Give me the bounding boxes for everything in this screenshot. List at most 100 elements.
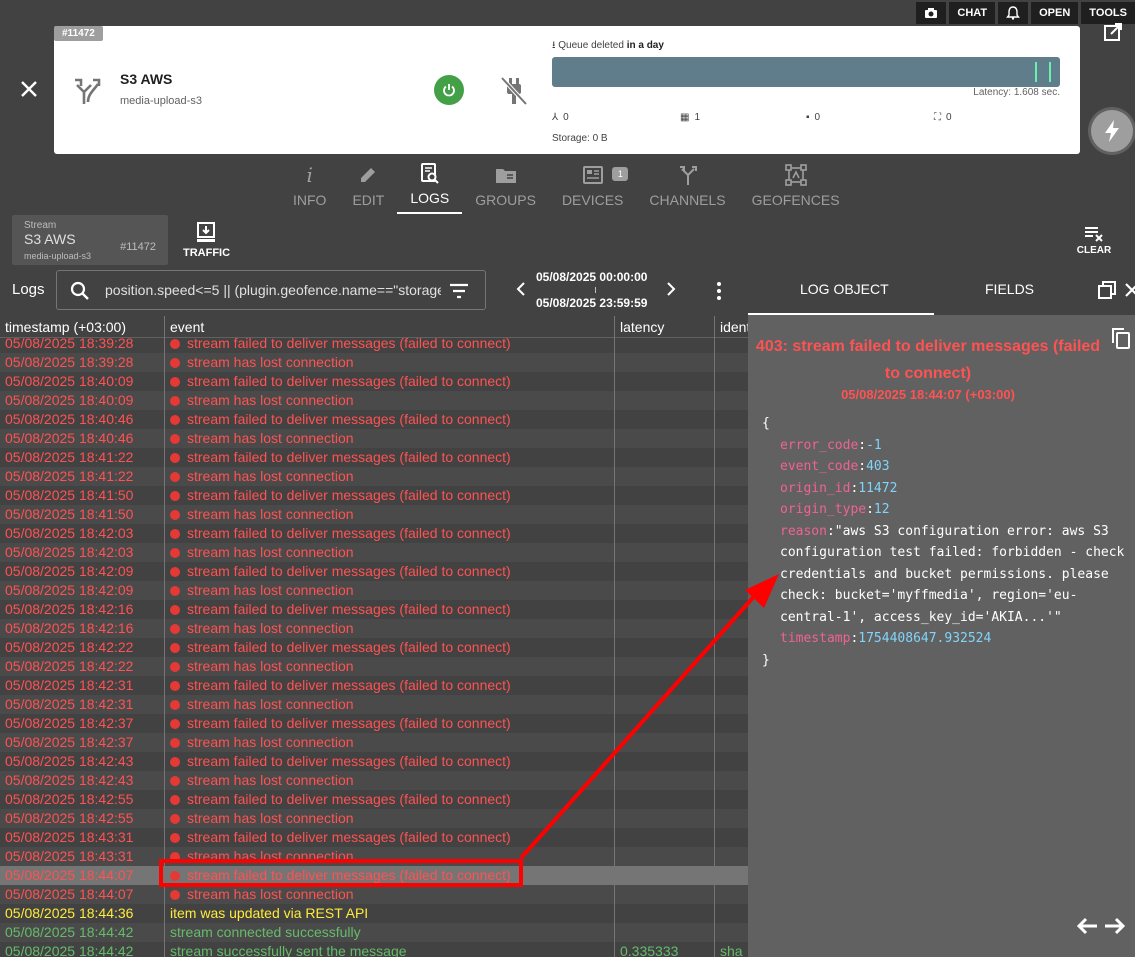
col-ident[interactable]: ident [720, 319, 748, 335]
power-button[interactable] [434, 75, 464, 105]
table-row[interactable]: 05/08/2025 18:44:42 stream connected succ… [0, 923, 748, 942]
table-row[interactable]: 05/08/2025 18:42:22 stream has lost conne… [0, 657, 748, 676]
arrow-right-icon[interactable] [1104, 917, 1126, 935]
table-row[interactable]: 05/08/2025 18:41:50 stream has lost conne… [0, 505, 748, 524]
stat-messages: ⅄ 0 [552, 112, 569, 123]
table-row-selected[interactable]: 05/08/2025 18:44:07 stream failed to deli… [0, 866, 748, 885]
tab-geofences[interactable]: GEOFENCES [739, 163, 853, 214]
event-text: stream has lost connection [187, 620, 354, 636]
table-row[interactable]: 05/08/2025 18:44:07 stream has lost conne… [0, 885, 748, 904]
tools-button[interactable]: TOOLS [1081, 2, 1135, 24]
clear-button[interactable]: CLEAR [1074, 226, 1114, 256]
table-row[interactable]: 05/08/2025 18:42:22 stream failed to deli… [0, 638, 748, 657]
flash-button[interactable] [1091, 110, 1133, 152]
date-to[interactable]: 05/08/2025 23:59:59 [536, 296, 647, 310]
chat-button[interactable]: CHAT [949, 2, 996, 24]
tab-groups[interactable]: GROUPS [462, 163, 549, 214]
more-vert-icon[interactable] [711, 281, 727, 301]
log-filter-search[interactable]: position.speed<=5 || (plugin.geofence.na… [56, 270, 486, 310]
json-field-timestamp: timestamp:1754408647.932524 [762, 628, 1132, 650]
event-text: stream connected successfully [170, 924, 361, 940]
chevron-left-icon[interactable] [514, 281, 528, 297]
table-row[interactable]: 05/08/2025 18:41:50 stream failed to deli… [0, 486, 748, 505]
traffic-button[interactable]: TRAFFIC [183, 222, 230, 259]
col-event[interactable]: event [170, 319, 204, 335]
json-field-origin-id: origin_id:11472 [762, 478, 1132, 500]
json-field-origin-type: origin_type:12 [762, 499, 1132, 521]
cell-timestamp: 05/08/2025 18:42:55 [5, 791, 134, 807]
tab-info[interactable]: i INFO [280, 163, 339, 214]
table-row[interactable]: 05/08/2025 18:42:03 stream failed to deli… [0, 524, 748, 543]
col-latency[interactable]: latency [620, 319, 664, 335]
detach-window-icon[interactable] [1098, 281, 1116, 299]
table-row[interactable]: 05/08/2025 18:40:46 stream has lost conne… [0, 429, 748, 448]
chevron-right-icon[interactable] [664, 281, 678, 297]
cell-timestamp: 05/08/2025 18:42:43 [5, 753, 134, 769]
table-row[interactable]: 05/08/2025 18:42:55 stream failed to deli… [0, 790, 748, 809]
bug-icon [170, 605, 180, 615]
tab-fields[interactable]: FIELDS [985, 281, 1034, 297]
bug-icon [170, 624, 180, 634]
table-row[interactable]: 05/08/2025 18:42:09 stream failed to deli… [0, 562, 748, 581]
table-row[interactable]: 05/08/2025 18:40:09 stream has lost conne… [0, 391, 748, 410]
json-value: 403 [866, 459, 890, 474]
table-row[interactable]: 05/08/2025 18:42:16 stream failed to deli… [0, 600, 748, 619]
table-row[interactable]: 05/08/2025 18:42:43 stream has lost conne… [0, 771, 748, 790]
filter-icon[interactable] [449, 282, 469, 300]
table-row[interactable]: 05/08/2025 18:43:31 stream failed to deli… [0, 828, 748, 847]
open-external-icon[interactable] [1103, 22, 1123, 42]
column-divider[interactable] [614, 316, 615, 957]
table-row[interactable]: 05/08/2025 18:42:37 stream has lost conne… [0, 733, 748, 752]
table-row[interactable]: 05/08/2025 18:39:28 stream has lost conne… [0, 353, 748, 372]
tab-channels[interactable]: CHANNELS [636, 163, 738, 214]
table-row[interactable]: 05/08/2025 18:44:36 item was updated via … [0, 904, 748, 923]
active-tab-indicator [748, 313, 934, 315]
date-from[interactable]: 05/08/2025 00:00:00 [536, 270, 647, 284]
table-row[interactable]: 05/08/2025 18:42:43 stream failed to deli… [0, 752, 748, 771]
table-row[interactable]: 05/08/2025 18:42:31 stream failed to deli… [0, 676, 748, 695]
close-icon[interactable] [18, 78, 40, 100]
table-row[interactable]: 05/08/2025 18:44:42 stream successfully s… [0, 942, 748, 957]
cell-event: stream failed to deliver messages (faile… [170, 677, 511, 693]
tab-edit[interactable]: EDIT [339, 163, 397, 214]
stream-chip[interactable]: Stream S3 AWS media-upload-s3 #11472 [12, 215, 168, 265]
table-row[interactable]: 05/08/2025 18:42:31 stream has lost conne… [0, 695, 748, 714]
log-json: { error_code:-1 event_code:403 origin_id:1… [762, 413, 1132, 671]
json-key: timestamp [780, 631, 851, 646]
table-row[interactable]: 05/08/2025 18:42:37 stream failed to deli… [0, 714, 748, 733]
arrow-left-icon[interactable] [1076, 917, 1098, 935]
camera-button[interactable] [916, 2, 947, 24]
table-row[interactable]: 05/08/2025 18:42:03 stream has lost conne… [0, 543, 748, 562]
tab-log-object[interactable]: LOG OBJECT [800, 281, 889, 297]
cell-event: stream failed to deliver messages (faile… [170, 753, 511, 769]
notifications-button[interactable] [998, 2, 1029, 24]
table-row[interactable]: 05/08/2025 18:43:31 stream has lost conne… [0, 847, 748, 866]
bug-icon [170, 510, 180, 520]
column-divider[interactable] [164, 316, 165, 957]
table-row[interactable]: 05/08/2025 18:40:46 stream failed to deli… [0, 410, 748, 429]
search-input[interactable]: position.speed<=5 || (plugin.geofence.na… [105, 282, 441, 298]
table-row[interactable]: 05/08/2025 18:41:22 stream has lost conne… [0, 467, 748, 486]
tab-logs[interactable]: LOGS [397, 163, 463, 214]
event-text: stream failed to deliver messages (faile… [187, 601, 511, 617]
open-button[interactable]: OPEN [1031, 2, 1079, 24]
json-value: -1 [866, 437, 882, 453]
event-text: stream failed to deliver messages (faile… [187, 373, 511, 389]
table-row[interactable]: 05/08/2025 18:42:09 stream has lost conne… [0, 581, 748, 600]
column-divider[interactable] [714, 316, 715, 957]
cell-event: stream has lost connection [170, 430, 354, 446]
cell-event: stream has lost connection [170, 392, 354, 408]
table-row[interactable]: 05/08/2025 18:41:22 stream failed to deli… [0, 448, 748, 467]
queue-label: ⭳ Queue deleted in a day [552, 38, 664, 55]
stream-id-tag: #11472 [54, 26, 103, 41]
close-panel-icon[interactable] [1124, 282, 1135, 298]
table-row[interactable]: 05/08/2025 18:42:16 stream has lost conne… [0, 619, 748, 638]
table-row[interactable]: 05/08/2025 18:40:09 stream failed to deli… [0, 372, 748, 391]
tab-devices[interactable]: DEVICES 1 [549, 163, 636, 214]
stat-value: 0 [814, 112, 821, 123]
plug-off-icon[interactable] [500, 76, 528, 106]
table-row[interactable]: 05/08/2025 18:42:55 stream has lost conne… [0, 809, 748, 828]
cell-timestamp: 05/08/2025 18:44:07 [5, 886, 134, 902]
col-timestamp[interactable]: timestamp (+03:00) [5, 319, 126, 335]
copy-icon[interactable] [1111, 327, 1131, 349]
